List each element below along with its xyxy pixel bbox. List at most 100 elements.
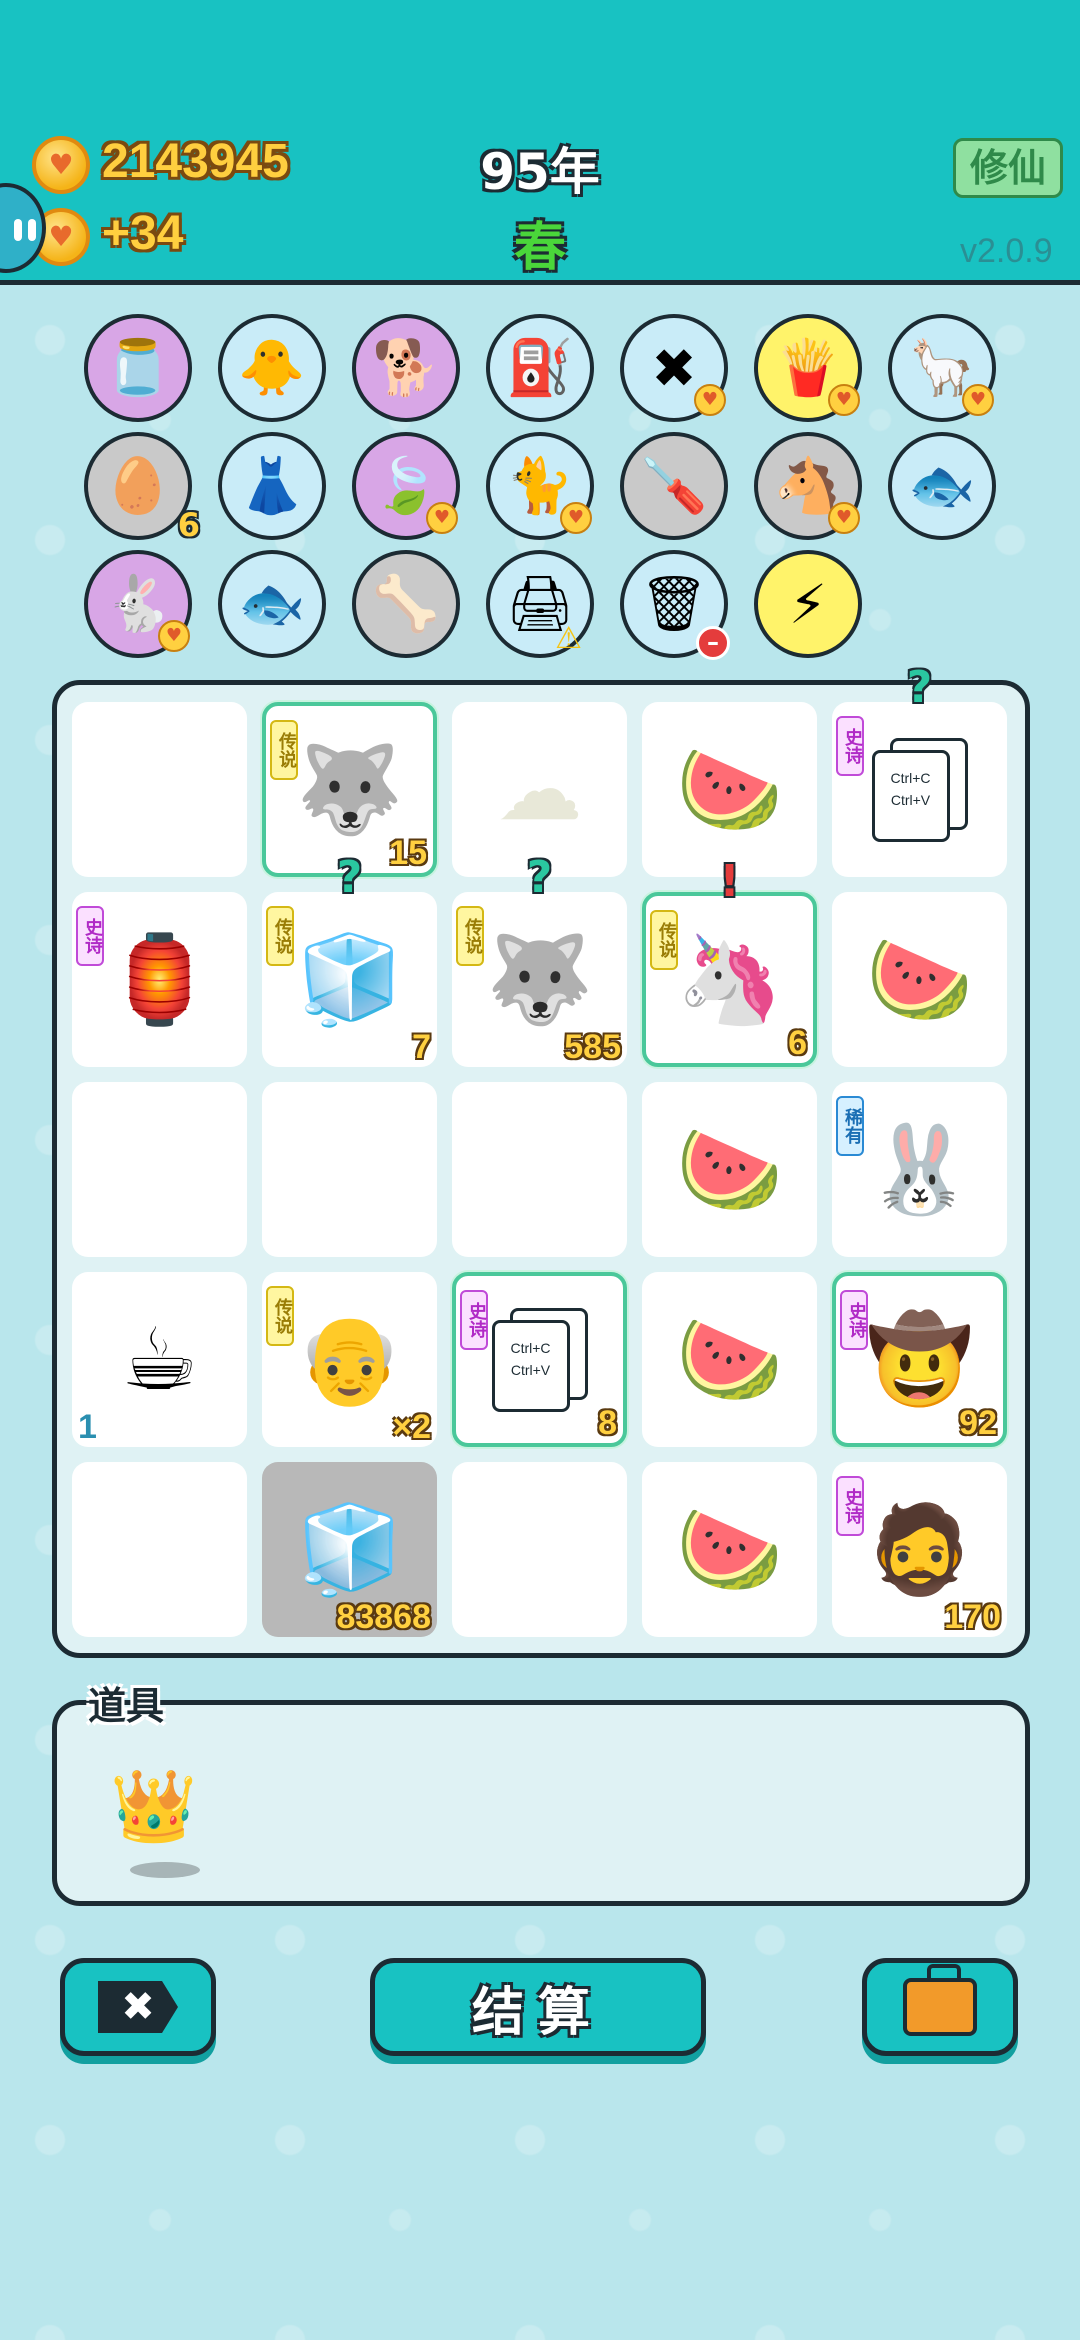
fish-bowl-symbol[interactable]: 🐟 xyxy=(218,550,326,658)
screwdriver-symbol[interactable]: 🪛 xyxy=(620,432,728,540)
trash-bag-icon: 🗑 xyxy=(639,572,709,635)
remove-card-icon: ✖ xyxy=(651,336,697,400)
rabbit-symbol[interactable]: 🐇 ♥ xyxy=(84,550,192,658)
board-cell-empty[interactable] xyxy=(452,1082,627,1257)
coffee-icon: ☕ xyxy=(120,1309,199,1410)
cream-jar-icon: 🫙 xyxy=(104,336,172,399)
minus-badge-icon: – xyxy=(696,626,730,660)
rarity-tag: 史诗 xyxy=(460,1290,488,1350)
fish-bowl-symbol[interactable]: 🐟 xyxy=(888,432,996,540)
header-bar: 2143945 +34 95年 春 修仙 v2.0.9 xyxy=(0,0,1080,285)
ctrl-cv-card-icon: Ctrl+C Ctrl+V xyxy=(491,1307,588,1412)
chick-egg-icon: 🐥 xyxy=(238,336,306,399)
chick-egg-symbol[interactable]: 🐥 xyxy=(218,314,326,422)
cream-jar-symbol[interactable]: 🫙 xyxy=(84,314,192,422)
skirt-symbol[interactable]: 👗 xyxy=(218,432,326,540)
pet-food-icon: 🦴 xyxy=(372,572,440,635)
settle-button[interactable]: 结算 xyxy=(370,1958,706,2056)
rarity-tag: 史诗 xyxy=(836,716,864,776)
unicorn-icon: 🦄 xyxy=(675,930,784,1030)
cell-value: 83868 xyxy=(336,1598,431,1636)
season-label: 春 xyxy=(513,218,566,278)
version-label: v2.0.9 xyxy=(960,232,1053,270)
board-cell-cowboy-man[interactable]: 🤠 史诗 92 xyxy=(832,1272,1007,1447)
pet-food-symbol[interactable]: 🦴 xyxy=(352,550,460,658)
inventory-button[interactable] xyxy=(862,1958,1018,2056)
leaf-symbol[interactable]: 🍃 ♥ xyxy=(352,432,460,540)
remove-button[interactable]: ✖ xyxy=(60,1958,216,2056)
board-cell-unicorn[interactable]: 🦄 传说 6! xyxy=(642,856,817,1067)
cell-value: 170 xyxy=(944,1598,1001,1636)
board-cell-rabbit-red[interactable]: 🐰 稀有 xyxy=(832,1082,1007,1257)
rarity-tag: 史诗 xyxy=(840,1290,868,1350)
air-pump-icon: ⛽ xyxy=(506,336,574,399)
cowboy-man-icon: 🤠 xyxy=(865,1310,974,1410)
watermelon-icon: 🍉 xyxy=(865,930,974,1030)
watermelon-icon: 🍉 xyxy=(675,740,784,840)
board-cell-watermelon[interactable]: 🍉 xyxy=(642,702,817,877)
cat-box-symbol[interactable]: 🐈 ♥ xyxy=(486,432,594,540)
fries-symbol[interactable]: 🍟 ♥ xyxy=(754,314,862,422)
fridge-gray-icon: 🧊 xyxy=(295,1500,404,1600)
board-cell-watermelon[interactable]: 🍉 xyxy=(642,1462,817,1637)
board-cell-husky-king[interactable]: 🐺 传说 585? xyxy=(452,852,627,1067)
trash-bag-symbol[interactable]: 🗑 – xyxy=(620,550,730,660)
rarity-tag: 传说 xyxy=(266,906,294,966)
heart-badge-icon: ♥ xyxy=(962,384,994,416)
dog-symbol[interactable]: 🐕 xyxy=(352,314,460,422)
egg-tray-symbol[interactable]: 🥚 6 xyxy=(84,432,200,544)
question-icon: ? xyxy=(336,852,363,903)
board-cell-empty[interactable] xyxy=(452,1462,627,1637)
air-pump-symbol[interactable]: ⛽ xyxy=(486,314,594,422)
question-icon: ? xyxy=(906,662,933,713)
ctrl-v-label: Ctrl+V xyxy=(890,791,931,808)
cell-value: 8 xyxy=(598,1404,617,1442)
ctrl-cv-card-icon: Ctrl+C Ctrl+V xyxy=(871,737,968,842)
board-cell-old-man-glasses[interactable]: 👴 传说 ×2 xyxy=(262,1272,437,1447)
board-cell-coffee[interactable]: ☕ 1 xyxy=(72,1272,247,1447)
board-cell-bearded-man[interactable]: 🧔 史诗 170 xyxy=(832,1462,1007,1637)
board-cell-empty[interactable] xyxy=(72,1082,247,1257)
question-icon: ? xyxy=(526,852,553,903)
lightning-symbol[interactable]: ⚡ xyxy=(754,550,862,658)
board-cell-watermelon[interactable]: 🍉 xyxy=(832,892,1007,1067)
board-cell-empty[interactable] xyxy=(262,1082,437,1257)
printer-symbol[interactable]: 🖨 ⚠ xyxy=(486,550,594,658)
board-cell-watermelon[interactable]: 🍉 xyxy=(642,1082,817,1257)
board-cell-ctrl-cv-card[interactable]: Ctrl+C Ctrl+V 史诗 8 xyxy=(452,1272,627,1447)
screwdriver-icon: 🪛 xyxy=(640,454,708,517)
old-man-glasses-icon: 👴 xyxy=(295,1310,404,1410)
board-cell-watermelon[interactable]: 🍉 xyxy=(642,1272,817,1447)
board-cell-ctrl-cv-card[interactable]: Ctrl+C Ctrl+V 史诗? xyxy=(832,662,1007,877)
board-cell-empty[interactable] xyxy=(72,1462,247,1637)
cotton-icon: ☁ xyxy=(496,739,583,840)
board-cell-rabbit-lantern[interactable]: 🏮 史诗 xyxy=(72,892,247,1067)
rarity-tag: 史诗 xyxy=(836,1476,864,1536)
heart-badge-icon: ♥ xyxy=(560,502,592,534)
horses-symbol[interactable]: 🐴 ♥ xyxy=(754,432,862,540)
egg-tray-icon: 🥚 xyxy=(104,454,172,517)
board-cell-cotton[interactable]: ☁ xyxy=(452,702,627,877)
rabbit-lantern-icon: 🏮 xyxy=(105,930,214,1030)
remove-card-symbol[interactable]: ✖ ♥ xyxy=(620,314,728,422)
income-value: +34 xyxy=(102,207,184,260)
briefcase-icon xyxy=(903,1964,977,2036)
board-cell-fridge-gray[interactable]: 🧊 83868 xyxy=(262,1462,437,1637)
board-cell-fridge[interactable]: 🧊 传说 7? xyxy=(262,852,437,1067)
watermelon-icon: 🍉 xyxy=(675,1500,784,1600)
crown-icon[interactable]: 👑 xyxy=(110,1765,197,1848)
xiuxian-button[interactable]: 修仙 xyxy=(953,138,1063,198)
cell-value: 6 xyxy=(788,1024,807,1062)
board-cell-husky-king[interactable]: 🐺 传说 15 xyxy=(262,702,437,877)
lightning-icon: ⚡ xyxy=(789,572,827,636)
heart-badge-icon: ♥ xyxy=(158,620,190,652)
alert-icon: ! xyxy=(719,856,740,907)
rarity-tag: 传说 xyxy=(270,720,298,780)
board-cell-empty[interactable] xyxy=(72,702,247,877)
husky-king-icon: 🐺 xyxy=(295,740,404,840)
warning-icon: ⚠ xyxy=(555,621,582,656)
rabbit-red-icon: 🐰 xyxy=(865,1120,974,1220)
alpaca-symbol[interactable]: 🦙 ♥ xyxy=(888,314,996,422)
dog-icon: 🐕 xyxy=(372,336,440,399)
cell-value: 7 xyxy=(412,1028,431,1066)
